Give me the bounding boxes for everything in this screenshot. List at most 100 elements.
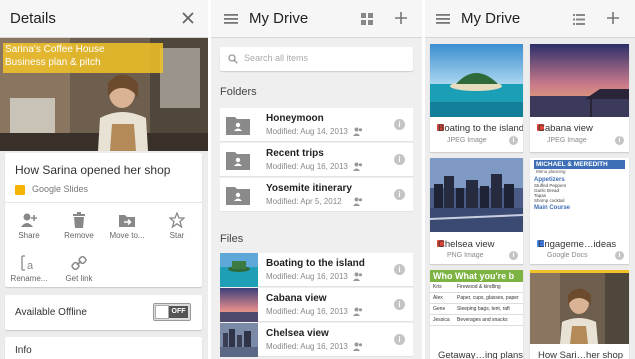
sheet-row: Kris Firewood & kindling <box>430 282 523 293</box>
search-placeholder: Search all items <box>244 53 309 63</box>
hero-title: Sarina's Coffee House <box>5 44 105 55</box>
file-tile[interactable]: Boating to the island JPEG Image i <box>430 44 523 152</box>
file-modified: Modified: Aug 16, 2013 <box>266 342 348 351</box>
sheet-preview: Who What you're b Kris Firewood & kindlin… <box>430 270 523 344</box>
shared-people-icon <box>353 272 363 281</box>
sheet-what: Beverages and snacks <box>457 317 508 323</box>
file-row[interactable]: Boating to the island Modified: Aug 16, … <box>220 253 413 287</box>
star-button[interactable]: Star <box>152 212 202 240</box>
info-icon[interactable]: i <box>394 189 405 200</box>
file-tile[interactable]: Who What you're b Kris Firewood & kindlin… <box>430 270 523 359</box>
sheet-who: Jessica <box>433 317 450 323</box>
close-icon[interactable] <box>178 9 198 29</box>
sheet-row: Jessica Beverages and snacks <box>430 315 523 326</box>
get-link-button[interactable]: Get link <box>54 255 104 283</box>
info-icon[interactable]: i <box>509 136 518 145</box>
doc-preview-section: Main Course <box>534 205 571 211</box>
file-tile[interactable]: Cabana view JPEG Image i <box>530 44 629 152</box>
offline-toggle[interactable]: OFF <box>153 303 191 321</box>
folder-row[interactable]: Recent trips Modified: Aug 16, 2013 i <box>220 143 413 177</box>
menu-icon[interactable] <box>221 9 241 29</box>
info-icon[interactable]: i <box>394 299 405 310</box>
tile-type: PNG Image <box>447 252 484 259</box>
files-header: Files <box>220 233 244 245</box>
file-name: Chelsea view <box>266 328 329 339</box>
share-button[interactable]: Share <box>4 212 54 240</box>
tile-name: How Sari…her shop <box>538 350 624 359</box>
sheet-who: Kris <box>433 284 442 290</box>
tile-name: Engageme…ideas <box>538 239 617 250</box>
trash-icon <box>73 212 85 228</box>
add-icon[interactable] <box>391 9 411 29</box>
slides-icon <box>15 185 25 195</box>
folder-name: Honeymoon <box>266 113 324 124</box>
drive-list-title: My Drive <box>249 10 309 27</box>
doc-preview-subheader: Menu planning <box>536 169 566 174</box>
shared-folder-icon <box>226 117 250 135</box>
shared-folder-icon <box>226 187 250 205</box>
info-icon[interactable]: i <box>394 119 405 130</box>
file-name: Boating to the island <box>266 258 365 269</box>
info-icon[interactable]: i <box>509 251 518 260</box>
sheet-row: Alex Paper, cups, glasses, paper <box>430 293 523 304</box>
sheet-row: Gene Sleeping bags, tent, raft <box>430 304 523 315</box>
doc-preview-item: Shrimp cocktail <box>534 198 565 203</box>
file-tile[interactable]: Chelsea view PNG Image i <box>430 158 523 264</box>
star-icon <box>169 212 185 228</box>
rename-label: Rename... <box>10 274 48 283</box>
svg-text:a: a <box>27 260 34 271</box>
star-label: Star <box>169 231 185 240</box>
add-person-icon <box>21 213 37 227</box>
rename-icon: a <box>21 255 34 271</box>
move-button[interactable]: Move to... <box>102 212 152 240</box>
drive-list-panel: My Drive Search all items Folders Honeym… <box>211 0 422 359</box>
info-icon[interactable]: i <box>394 154 405 165</box>
file-row[interactable]: Cabana view Modified: Aug 16, 2013 i <box>220 288 413 322</box>
move-label: Move to... <box>109 231 145 240</box>
remove-label: Remove <box>64 231 94 240</box>
info-icon[interactable]: i <box>394 264 405 275</box>
hero-subtitle: Business plan & pitch <box>5 57 101 68</box>
file-tile[interactable]: MICHAEL & MEREDITH Menu planning Appetiz… <box>530 158 629 264</box>
search-icon <box>228 54 238 64</box>
tile-type: JPEG Image <box>447 137 487 144</box>
drive-grid-title: My Drive <box>461 10 521 27</box>
info-icon[interactable]: i <box>394 334 405 345</box>
file-row[interactable]: Chelsea view Modified: Aug 16, 2013 i <box>220 323 413 357</box>
link-icon <box>71 255 87 271</box>
info-icon[interactable]: i <box>615 251 624 260</box>
share-label: Share <box>18 231 40 240</box>
remove-button[interactable]: Remove <box>54 212 104 240</box>
menu-icon[interactable] <box>433 9 453 29</box>
shared-people-icon <box>353 307 363 316</box>
file-tile[interactable]: How Sari…her shop <box>530 270 629 359</box>
drive-grid-topbar: My Drive <box>425 0 635 38</box>
search-box[interactable]: Search all items <box>220 47 413 71</box>
folders-header: Folders <box>220 86 257 98</box>
toggle-off-text: OFF <box>169 306 188 318</box>
rename-button[interactable]: a Rename... <box>4 255 54 283</box>
shared-folder-icon <box>226 152 250 170</box>
tile-type: Google Docs <box>547 252 588 259</box>
shared-people-icon <box>353 197 363 206</box>
get-link-label: Get link <box>65 274 93 283</box>
grid-view-icon[interactable] <box>357 9 377 29</box>
info-icon[interactable]: i <box>615 136 624 145</box>
details-title: Details <box>10 10 56 27</box>
list-view-icon[interactable] <box>569 9 589 29</box>
sheet-who: Alex <box>433 295 443 301</box>
sheet-preview-header: Who What you're b <box>430 270 523 282</box>
move-folder-icon <box>119 215 135 227</box>
tile-type: JPEG Image <box>547 137 587 144</box>
tile-name: Getaway…ing plans <box>438 350 523 359</box>
doc-title: How Sarina opened her shop <box>15 163 171 177</box>
sheet-what: Firewood & kindling <box>457 284 501 290</box>
shared-people-icon <box>353 127 363 136</box>
file-modified: Modified: Aug 16, 2013 <box>266 307 348 316</box>
island-image <box>430 44 523 117</box>
folder-row[interactable]: Honeymoon Modified: Aug 14, 2013 i <box>220 108 413 142</box>
folder-row[interactable]: Yosemite itinerary Modified: Apr 5, 2012… <box>220 178 413 212</box>
cabana-thumbnail <box>220 288 258 322</box>
add-icon[interactable] <box>603 9 623 29</box>
card-divider <box>5 202 202 203</box>
